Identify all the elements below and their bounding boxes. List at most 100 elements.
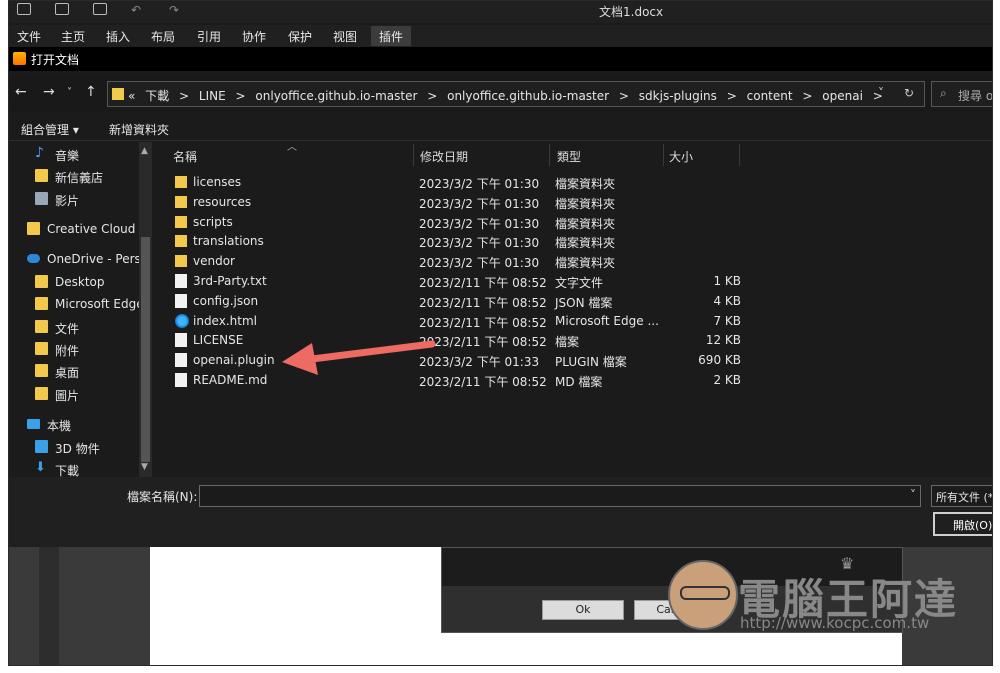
file-row-translations[interactable]: translations 2023/3/2 下午 01:30 檔案資料夾 [169, 232, 789, 252]
chevron-down-icon[interactable]: ˅ [910, 488, 916, 502]
folder-icon [175, 215, 187, 228]
sidebar-item-pictures[interactable]: 圖片 [9, 384, 151, 406]
file-icon [175, 333, 187, 348]
folder-icon [35, 364, 48, 377]
save-icon[interactable] [17, 3, 31, 15]
sidebar-item-videos[interactable]: 影片 [9, 189, 151, 211]
breadcrumb-separator[interactable]: > [802, 89, 812, 103]
breadcrumb-separator[interactable]: > [236, 89, 246, 103]
column-type[interactable]: 類型 [557, 148, 581, 165]
refresh-icon[interactable]: ↻ [904, 86, 914, 100]
breadcrumb-sdkjs-plugins[interactable]: sdkjs-plugins [639, 89, 717, 103]
folder-icon [35, 297, 48, 310]
breadcrumb-overflow[interactable]: « [128, 89, 135, 103]
scrollbar-thumb[interactable] [141, 237, 150, 462]
sidebar-item-documents[interactable]: 文件 [9, 317, 151, 339]
column-name[interactable]: 名稱 [173, 148, 197, 165]
watermark-logo: ♛ 電腦王阿達 http://www.kocpc.com.tw [668, 554, 968, 640]
edge-icon [175, 313, 189, 328]
open-button[interactable]: 開啟(O) [933, 512, 992, 536]
file-list: licenses 2023/3/2 下午 01:30 檔案資料夾 resources… [169, 173, 789, 391]
file-row-scripts[interactable]: scripts 2023/3/2 下午 01:30 檔案資料夾 [169, 213, 789, 233]
breadcrumb-content[interactable]: content [747, 89, 793, 103]
menu-protect[interactable]: 保护 [288, 28, 312, 45]
column-date[interactable]: 修改日期 [420, 148, 468, 165]
navigation-pane[interactable]: ♪ 音樂 新信義店 影片 Creative Cloud Fi OneDrive -… [9, 142, 151, 477]
file-row-index-html[interactable]: index.html 2023/2/11 下午 08:52 Microsoft Ed… [169, 312, 789, 332]
menu-references[interactable]: 引用 [197, 28, 221, 45]
menu-home[interactable]: 主页 [61, 28, 85, 45]
breadcrumb-line[interactable]: LINE [199, 89, 226, 103]
sidebar-item-creative-cloud[interactable]: Creative Cloud Fi [9, 219, 151, 241]
menu-layout[interactable]: 布局 [151, 28, 175, 45]
file-row-readme[interactable]: README.md 2023/2/11 下午 08:52 MD 檔案 2 KB [169, 371, 789, 391]
menu-insert[interactable]: 插入 [106, 28, 130, 45]
filename-input[interactable]: ˅ [199, 485, 921, 507]
column-headers: 名稱 修改日期 類型 大小 [157, 142, 857, 170]
up-icon[interactable]: ↑ [85, 84, 97, 100]
back-icon[interactable]: ← [15, 84, 27, 100]
download-icon: ⬇ [35, 460, 46, 475]
sidebar-item-attachments[interactable]: 附件 [9, 339, 151, 361]
sidebar-item-microsoft-edge[interactable]: Microsoft Edge [9, 294, 151, 316]
sidebar-item-onedrive[interactable]: OneDrive - Perso [9, 249, 151, 271]
column-divider[interactable] [549, 144, 550, 166]
file-row-config[interactable]: config.json 2023/2/11 下午 08:52 JSON 檔案 4 KB [169, 292, 789, 312]
column-divider[interactable] [663, 144, 664, 166]
breadcrumb-separator[interactable]: > [179, 89, 189, 103]
breadcrumb-separator[interactable]: > [619, 89, 629, 103]
filename-label: 檔案名稱(N): [127, 490, 198, 504]
folder-icon [35, 169, 48, 182]
menu-file[interactable]: 文件 [17, 28, 41, 45]
file-row-openai-plugin[interactable]: openai.plugin 2023/3/2 下午 01:33 PLUGIN 檔案 6… [169, 351, 789, 371]
print-icon[interactable] [55, 3, 69, 15]
menu-plugins[interactable]: 插件 [371, 26, 412, 46]
main-menu: 文件 主页 插入 布局 引用 协作 保护 视图 插件 [9, 25, 992, 47]
redo-icon[interactable]: ↷ [169, 3, 179, 17]
sidebar-scrollbar[interactable]: ▲ ▼ [139, 142, 152, 477]
filetype-select[interactable]: 所有文件 (* [931, 485, 992, 507]
new-folder-button[interactable]: 新增資料夾 [109, 121, 169, 138]
breadcrumb: « 下載 > LINE > onlyoffice.github.io-maste… [128, 87, 889, 104]
folder-icon [35, 387, 48, 400]
undo-icon[interactable]: ↶ [131, 3, 141, 17]
folder-icon [175, 255, 187, 268]
chevron-down-icon[interactable]: ˅ [878, 86, 884, 100]
column-size[interactable]: 大小 [669, 148, 693, 165]
sidebar-item-downloads[interactable]: ⬇ 下載 [9, 459, 151, 477]
sidebar-item-this-pc[interactable]: 本機 [9, 414, 151, 436]
breadcrumb-openai[interactable]: openai [822, 89, 863, 103]
file-row-vendor[interactable]: vendor 2023/3/2 下午 01:30 檔案資料夾 [169, 252, 789, 272]
sidebar-item-desktop[interactable]: Desktop [9, 272, 151, 294]
column-divider[interactable] [739, 144, 740, 166]
quick-print-icon[interactable] [93, 3, 107, 15]
column-divider[interactable] [413, 144, 414, 166]
address-bar[interactable]: « 下載 > LINE > onlyoffice.github.io-maste… [107, 81, 925, 107]
organize-button[interactable]: 組合管理 ▾ [21, 121, 79, 138]
recent-locations-icon[interactable]: ˅ [67, 87, 72, 98]
breadcrumb-onlyoffice-2[interactable]: onlyoffice.github.io-master [447, 89, 609, 103]
breadcrumb-onlyoffice-1[interactable]: onlyoffice.github.io-master [255, 89, 417, 103]
ok-button[interactable]: Ok [542, 600, 624, 620]
breadcrumb-downloads[interactable]: 下載 [145, 89, 169, 103]
sidebar-item-music[interactable]: ♪ 音樂 [9, 144, 151, 166]
scroll-up-icon[interactable]: ▲ [141, 146, 148, 156]
file-row-resources[interactable]: resources 2023/3/2 下午 01:30 檔案資料夾 [169, 193, 789, 213]
breadcrumb-separator[interactable]: > [427, 89, 437, 103]
file-icon [175, 353, 187, 368]
file-row-3rd-party[interactable]: 3rd-Party.txt 2023/2/11 下午 08:52 文字文件 1 KB [169, 272, 789, 292]
file-row-licenses[interactable]: licenses 2023/3/2 下午 01:30 檔案資料夾 [169, 173, 789, 193]
scroll-down-icon[interactable]: ▼ [141, 462, 148, 472]
file-row-license[interactable]: LICENSE 2023/2/11 下午 08:52 檔案 12 KB [169, 331, 789, 351]
search-input[interactable]: ⌕ 搜尋 o [931, 81, 992, 107]
navigation-bar: ← → ˅ ↑ « 下載 > LINE > onlyoffice.github.… [9, 75, 992, 111]
sidebar-item-3d-objects[interactable]: 3D 物件 [9, 437, 151, 459]
menu-view[interactable]: 视图 [333, 28, 357, 45]
breadcrumb-separator[interactable]: > [727, 89, 737, 103]
command-bar: 組合管理 ▾ 新增資料夾 [9, 115, 992, 141]
menu-collaborate[interactable]: 协作 [242, 28, 266, 45]
forward-icon[interactable]: → [43, 84, 55, 100]
sidebar-item-desktop-zh[interactable]: 桌面 [9, 361, 151, 383]
sidebar-item-xinyi[interactable]: 新信義店 [9, 166, 151, 188]
creative-cloud-icon [27, 222, 40, 235]
